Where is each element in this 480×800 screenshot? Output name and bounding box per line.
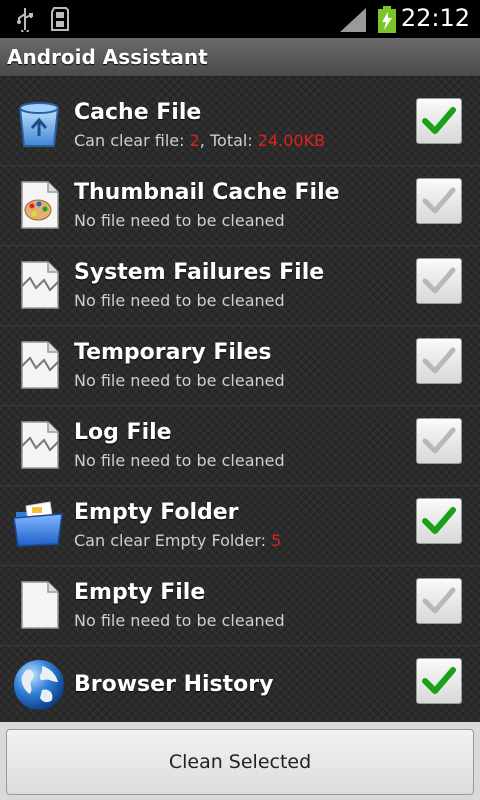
- blank-file-icon: [12, 578, 66, 632]
- subtitle-text: , Total:: [199, 131, 258, 150]
- recycle-bin-icon: [12, 98, 66, 152]
- check-icon: [422, 667, 456, 694]
- clock: 22:12: [400, 4, 470, 32]
- footer-bar: Clean Selected: [0, 722, 480, 800]
- item-subtitle: No file need to be cleaned: [74, 611, 285, 630]
- checkbox-thumbnail-cache-file[interactable]: [416, 178, 462, 224]
- status-bar: 22:12: [0, 0, 480, 38]
- broken-file-icon: [12, 418, 66, 472]
- item-title: Log File: [74, 420, 172, 445]
- check-icon: [422, 107, 456, 134]
- app-title: Android Assistant: [7, 45, 208, 69]
- title-bar: Android Assistant: [0, 38, 480, 77]
- battery-charging-icon: [377, 6, 397, 38]
- item-subtitle: Can clear file: 2, Total: 24.00KB: [74, 131, 325, 150]
- item-subtitle: No file need to be cleaned: [74, 211, 285, 230]
- subtitle-text: Can clear file:: [74, 131, 190, 150]
- item-title: System Failures File: [74, 260, 325, 285]
- list-item-browser-history[interactable]: Browser History: [0, 646, 480, 725]
- item-title: Temporary Files: [74, 340, 272, 365]
- check-icon: [422, 187, 456, 214]
- list-item-temporary-files[interactable]: Temporary Files No file need to be clean…: [0, 326, 480, 406]
- item-subtitle: No file need to be cleaned: [74, 451, 285, 470]
- list-item-thumbnail-cache-file[interactable]: Thumbnail Cache File No file need to be …: [0, 166, 480, 246]
- checkbox-system-failures-file[interactable]: [416, 258, 462, 304]
- list-item-cache-file[interactable]: Cache File Can clear file: 2, Total: 24.…: [0, 86, 480, 166]
- item-title: Thumbnail Cache File: [74, 180, 340, 205]
- item-title: Empty File: [74, 580, 206, 605]
- clean-selected-button[interactable]: Clean Selected: [6, 729, 474, 795]
- checkbox-empty-folder[interactable]: [416, 498, 462, 544]
- total-size: 24.00KB: [257, 131, 326, 150]
- globe-icon: [12, 658, 66, 712]
- item-subtitle: No file need to be cleaned: [74, 371, 285, 390]
- palette-file-icon: [12, 178, 66, 232]
- item-title: Browser History: [74, 672, 274, 697]
- file-count: 2: [189, 131, 200, 150]
- subtitle-text: Can clear Empty Folder:: [74, 531, 272, 550]
- list-item-empty-folder[interactable]: Empty Folder Can clear Empty Folder: 5: [0, 486, 480, 566]
- item-title: Empty Folder: [74, 500, 239, 525]
- broken-file-icon: [12, 258, 66, 312]
- checkbox-temporary-files[interactable]: [416, 338, 462, 384]
- item-subtitle: No file need to be cleaned: [74, 291, 285, 310]
- check-icon: [422, 587, 456, 614]
- list-item-log-file[interactable]: Log File No file need to be cleaned: [0, 406, 480, 486]
- list-item-system-failures-file[interactable]: System Failures File No file need to be …: [0, 246, 480, 326]
- check-icon: [422, 347, 456, 374]
- checkbox-cache-file[interactable]: [416, 98, 462, 144]
- usb-icon: [14, 6, 36, 36]
- list-item-empty-file[interactable]: Empty File No file need to be cleaned: [0, 566, 480, 646]
- checkbox-log-file[interactable]: [416, 418, 462, 464]
- check-icon: [422, 267, 456, 294]
- sdcard-icon: [50, 6, 70, 36]
- signal-icon: [338, 6, 368, 36]
- checkbox-browser-history[interactable]: [416, 658, 462, 704]
- item-subtitle: Can clear Empty Folder: 5: [74, 531, 281, 550]
- clean-items-list: Cache File Can clear file: 2, Total: 24.…: [0, 86, 480, 725]
- item-title: Cache File: [74, 100, 202, 125]
- folder-icon: [12, 498, 66, 552]
- check-icon: [422, 427, 456, 454]
- folder-count: 5: [271, 531, 282, 550]
- check-icon: [422, 507, 456, 534]
- checkbox-empty-file[interactable]: [416, 578, 462, 624]
- broken-file-icon: [12, 338, 66, 392]
